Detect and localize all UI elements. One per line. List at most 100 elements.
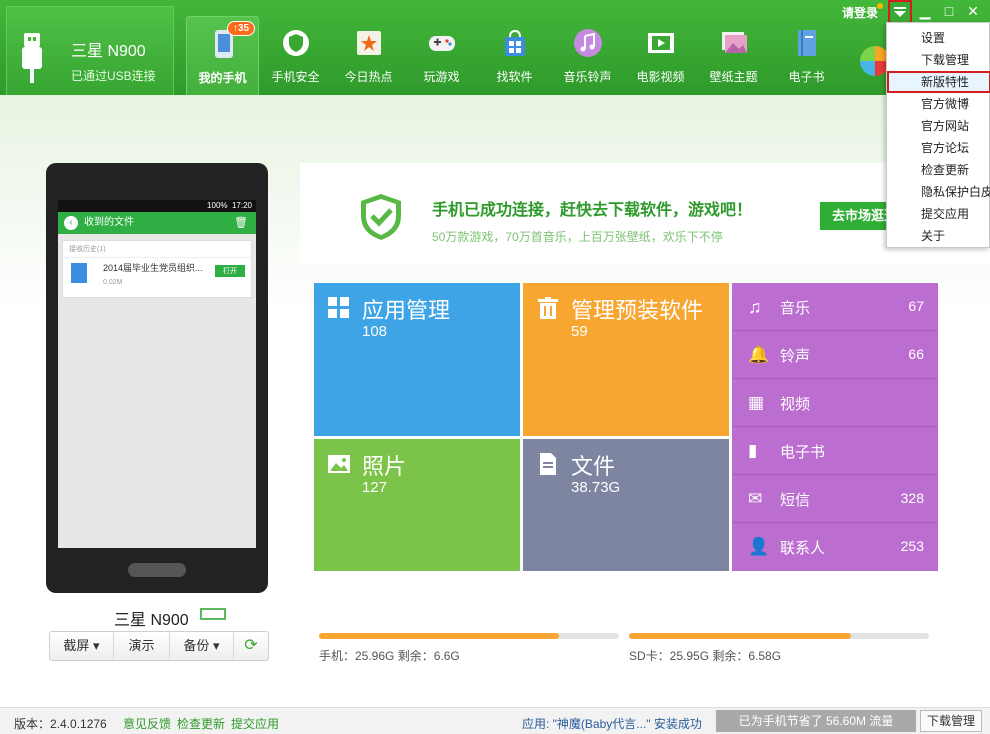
media-row-music[interactable]: ♫ 音乐 67 [732,283,938,331]
go-to-market-button[interactable]: 去市场逛逛 [820,202,890,230]
main-menu-dropdown: 设置 下载管理 新版特性 官方微博 官方网站 官方论坛 检查更新 隐私保护白皮 … [886,22,990,248]
tab-label: 壁纸主题 [709,70,758,84]
menu-item-about[interactable]: 关于 [887,225,990,247]
media-row-sms[interactable]: ✉ 短信 328 [732,475,938,523]
app-management-tile[interactable]: 应用管理 108 [314,283,520,436]
download-manager-button[interactable]: 下载管理 [920,710,982,732]
phone-action-bar: 截屏 ▾ 演示 备份 ▾ ⟳ [49,631,269,661]
media-label: 联系人 [780,540,826,557]
device-info[interactable]: 三星 N900 已通过USB连接 [6,6,174,95]
tab-label: 电影视频 [636,70,685,84]
demo-button[interactable]: 演示 [114,632,170,660]
tile-count: 127 [362,479,388,496]
maximize-button[interactable]: □ [938,0,960,22]
menu-item-submit-app[interactable]: 提交应用 [887,203,990,225]
tile-count: 38.73G [571,479,621,496]
receive-history-label: 接收历史(1) [63,241,251,258]
tab-today-hot[interactable]: 今日热点 [332,16,405,95]
media-label: 电子书 [780,444,826,461]
phone-app-header: ‹ 收到的文件 🗑 [58,212,256,234]
sd-storage-bar [629,633,929,639]
tab-label: 今日热点 [344,70,393,84]
photos-tile[interactable]: 照片 127 [314,439,520,571]
media-row-ebooks[interactable]: ▮ 电子书 [732,427,938,475]
menu-item-settings[interactable]: 设置 [887,27,990,49]
device-name: 三星 N900 [71,43,146,60]
file-name: 2014届毕业生党员组织... [103,263,203,273]
minimize-button[interactable]: ▁ [914,0,936,22]
update-badge: ↑35 [227,21,256,36]
document-icon [71,263,87,283]
tab-label: 手机安全 [271,70,320,84]
menu-item-official-website[interactable]: 官方网站 [887,115,990,137]
media-row-ringtones[interactable]: 🔔 铃声 66 [732,331,938,379]
preinstalled-software-tile[interactable]: 管理预装软件 59 [523,283,729,436]
trash-icon [538,297,558,319]
minimize-icon: ▁ [919,3,931,19]
back-icon: ‹ [64,216,78,230]
feedback-link[interactable]: 意见反馈 [123,715,171,732]
media-label: 铃声 [780,348,811,365]
close-button[interactable]: ✕ [962,0,984,22]
tab-my-phone[interactable]: ↑35 我的手机 [186,16,259,95]
tile-title: 应用管理 [362,298,451,323]
file-icon [540,453,556,475]
media-row-contacts[interactable]: 👤 联系人 253 [732,523,938,571]
check-update-link[interactable]: 检查更新 [177,715,225,732]
submit-app-link[interactable]: 提交应用 [231,715,279,732]
menu-item-check-update[interactable]: 检查更新 [887,159,990,181]
sd-storage-text: SD卡：25.95G 剩余：6.58G [629,649,782,663]
status-bar: 版本：2.4.0.1276 意见反馈 检查更新 提交应用 应用: "神魔(Bab… [0,707,990,734]
tab-label: 电子书 [788,70,825,84]
media-count: 66 [908,346,924,362]
menu-item-download-manager[interactable]: 下载管理 [887,49,990,71]
backup-button[interactable]: 备份 ▾ [170,632,234,660]
video-icon: ▦ [748,393,765,412]
refresh-icon[interactable]: ⟳ [234,632,268,660]
sd-storage-fill [629,633,851,639]
tab-phone-security[interactable]: 手机安全 [259,16,332,95]
main-menu-button[interactable] [888,0,912,24]
usb-icon [22,33,42,83]
ebook-icon: ▮ [748,441,758,460]
phone-status-bar: 100% 17:20 [58,200,256,212]
chevron-down-icon [894,7,906,17]
files-tile[interactable]: 文件 38.73G [523,439,729,571]
menu-item-official-forum[interactable]: 官方论坛 [887,137,990,159]
film-icon [648,33,674,53]
notification-dot [877,3,883,9]
tab-ebooks[interactable]: 电子书 [770,16,843,95]
battery-icon [200,608,226,620]
media-label: 音乐 [780,300,811,317]
menu-item-official-weibo[interactable]: 官方微博 [887,93,990,115]
tab-find-software[interactable]: 找软件 [478,16,551,95]
banner-subtitle: 50万款游戏，70万首音乐，上百万张壁纸，欢乐下不停 [432,230,723,244]
tile-count: 108 [362,323,388,340]
tab-label: 玩游戏 [423,70,460,84]
phone-model-label: 三星 N900 [114,612,189,629]
tab-label: 找软件 [496,70,533,84]
music-note-icon [574,29,602,57]
data-saved-label: 已为手机节省了 56.60M 流量 [716,710,916,732]
media-count: 328 [900,490,924,506]
menu-item-new-features[interactable]: 新版特性 [887,71,990,93]
open-file-button: 打开 [215,265,245,277]
media-row-videos[interactable]: ▦ 视频 [732,379,938,427]
version-label: 版本：2.4.0.1276 [14,717,107,731]
close-icon: ✕ [967,3,979,19]
phone-home-button [128,563,186,577]
tab-play-games[interactable]: 玩游戏 [405,16,478,95]
banner-title: 手机已成功连接，赶快去下载软件，游戏吧！ [432,202,753,219]
menu-item-privacy[interactable]: 隐私保护白皮 [887,181,990,203]
phone-app-title: 收到的文件 [84,217,134,228]
music-icon: ♫ [748,297,762,317]
tab-music-ringtones[interactable]: 音乐铃声 [551,16,624,95]
login-link[interactable]: 请登录 [842,4,878,21]
connection-status: 已通过USB连接 [71,69,156,83]
tab-movies-video[interactable]: 电影视频 [624,16,697,95]
tab-wallpaper-themes[interactable]: 壁纸主题 [697,16,770,95]
screenshot-button[interactable]: 截屏 ▾ [50,632,114,660]
received-file-panel: 接收历史(1) 2014届毕业生党员组织... 0.02M 打开 [62,240,252,298]
media-label: 视频 [780,396,811,413]
phone-screen-preview[interactable]: 100% 17:20 ‹ 收到的文件 🗑 接收历史(1) 2014届毕业生党员组… [58,200,256,548]
